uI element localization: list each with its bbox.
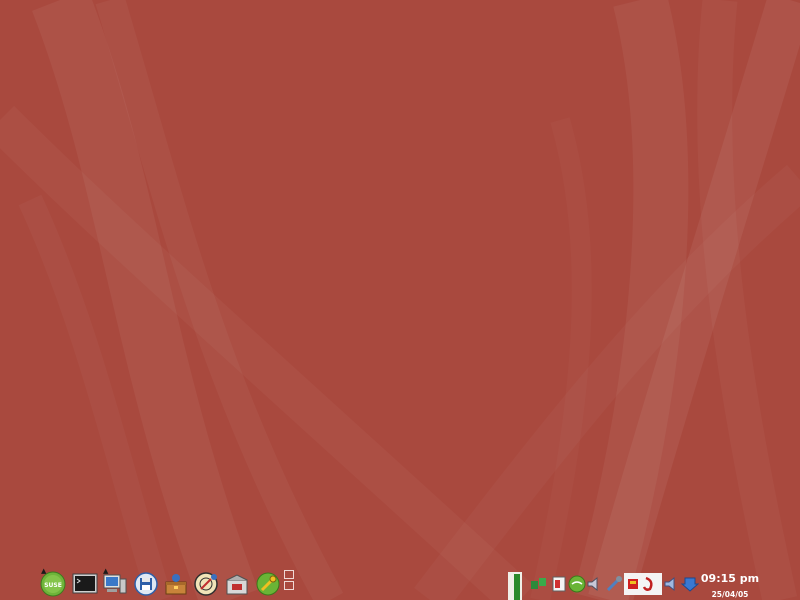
floppy-launcher[interactable] <box>133 571 159 597</box>
tray-active-applets[interactable] <box>624 573 662 595</box>
control-center-launcher[interactable] <box>255 571 281 597</box>
package-manager-launcher[interactable] <box>163 571 189 597</box>
download-icon <box>681 577 699 592</box>
tray-update-status[interactable] <box>568 575 586 593</box>
power-icon <box>628 576 653 591</box>
terminal-icon <box>72 573 98 594</box>
control-center-icon <box>256 572 280 596</box>
system-monitor-widget[interactable] <box>508 572 522 600</box>
clipboard-icon <box>552 576 566 592</box>
clock-time[interactable]: 09:15 pm <box>700 572 760 585</box>
update-status-icon <box>568 575 586 593</box>
software-install-icon <box>226 574 248 595</box>
package-manager-icon <box>165 574 187 595</box>
floppy-disk-icon <box>134 572 158 596</box>
network-icon <box>531 578 546 589</box>
terminal-launcher[interactable] <box>72 571 98 597</box>
desktop[interactable]: ▲ SUSE ▲ 09:15 pm 25/04/05 <box>0 0 800 600</box>
tray-clipboard[interactable] <box>550 575 568 593</box>
system-monitor-icon <box>508 572 522 600</box>
tray-volume[interactable] <box>586 575 604 593</box>
volume-icon <box>664 576 675 592</box>
expand-arrow-icon[interactable]: ▲ <box>41 568 46 575</box>
suse-logo-label: SUSE <box>44 582 62 589</box>
web-browser-launcher[interactable] <box>193 571 219 597</box>
expand-arrow-icon[interactable]: ▲ <box>103 568 108 575</box>
pager-desktop-1[interactable] <box>284 570 294 579</box>
tray-tools[interactable] <box>605 575 623 593</box>
tray-volume-2[interactable] <box>663 575 681 593</box>
pager-desktop-2[interactable] <box>284 581 294 590</box>
my-computer-launcher[interactable]: ▲ <box>102 568 128 597</box>
panel: ▲ SUSE ▲ 09:15 pm 25/04/05 <box>0 568 800 600</box>
desktop-wallpaper <box>32 0 800 600</box>
suse-menu-button[interactable]: ▲ SUSE <box>40 568 66 597</box>
clock-date[interactable]: 25/04/05 <box>700 590 760 599</box>
tools-icon <box>606 576 622 592</box>
software-install-launcher[interactable] <box>224 571 250 597</box>
web-browser-icon <box>194 572 218 596</box>
tray-network[interactable] <box>530 575 548 593</box>
volume-icon <box>587 576 598 592</box>
tray-download[interactable] <box>681 575 699 593</box>
